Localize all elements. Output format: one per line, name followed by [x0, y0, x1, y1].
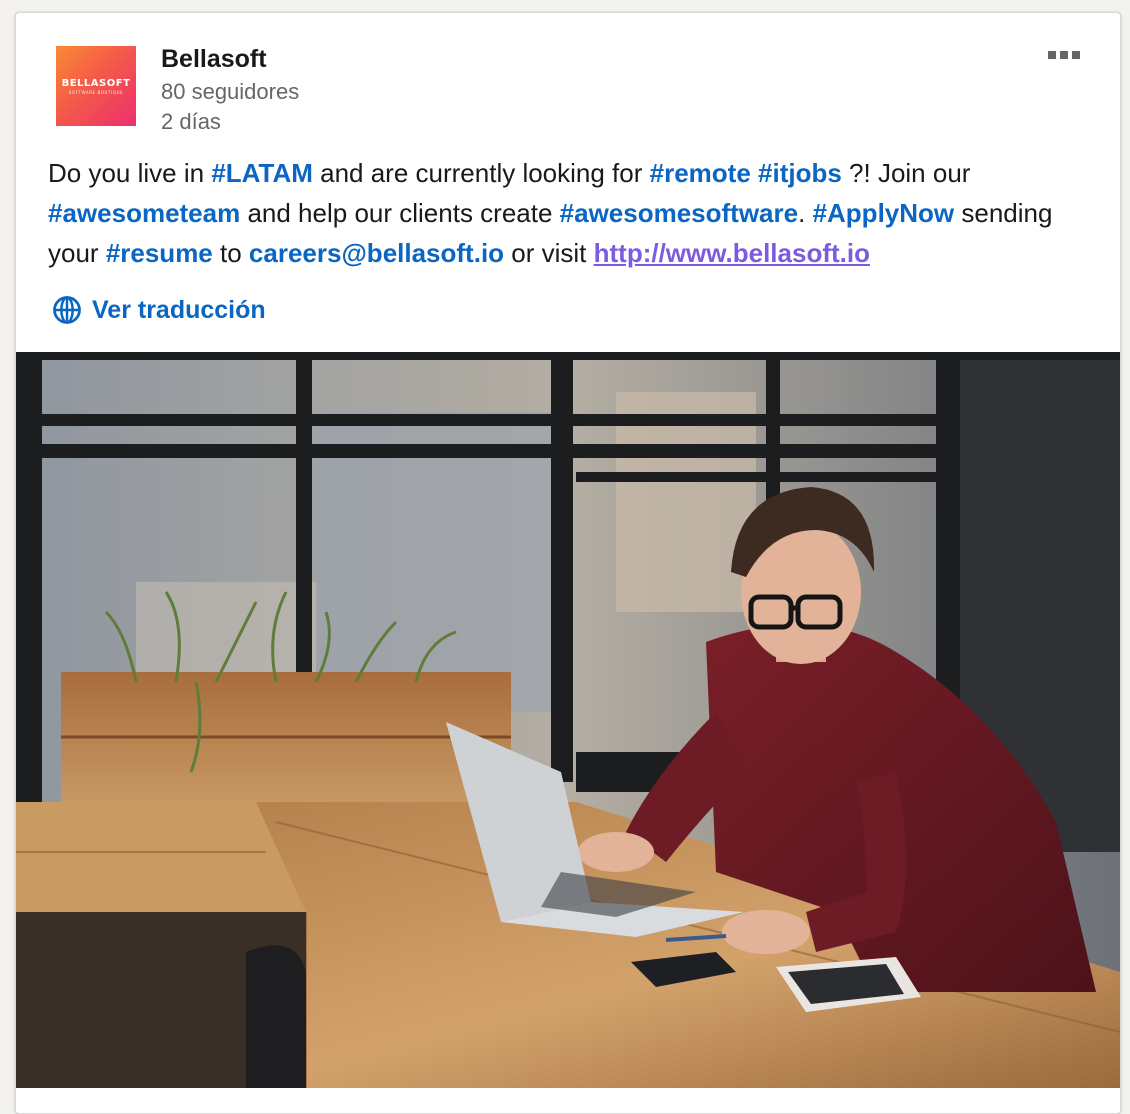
website-link[interactable]: http://www.bellasoft.io	[594, 238, 870, 268]
more-horizontal-icon	[1060, 51, 1068, 59]
follower-count: 80 seguidores	[161, 79, 300, 104]
hashtag-remote[interactable]: #remote	[650, 158, 751, 188]
more-options-button[interactable]	[1036, 43, 1092, 67]
post-text-segment	[751, 158, 758, 188]
company-logo[interactable]: BELLASOFT SOFTWARE BOUTIQUE	[56, 46, 136, 126]
email-link[interactable]: careers@bellasoft.io	[249, 238, 504, 268]
post-text-segment: .	[798, 198, 813, 228]
post-text-segment: Do you live in	[48, 158, 212, 188]
more-horizontal-icon	[1072, 51, 1080, 59]
post-text-segment: and help our clients create	[240, 198, 560, 228]
hashtag-resume[interactable]: #resume	[106, 238, 213, 268]
hashtag-applynow[interactable]: #ApplyNow	[813, 198, 955, 228]
more-horizontal-icon	[1048, 51, 1056, 59]
hashtag-itjobs[interactable]: #itjobs	[758, 158, 842, 188]
see-translation-label: Ver traducción	[92, 295, 266, 324]
post-text-segment: to	[212, 238, 249, 268]
globe-icon	[53, 296, 81, 324]
logo-wordmark: BELLASOFT	[61, 77, 131, 89]
post-card: BELLASOFT SOFTWARE BOUTIQUE Bellasoft 80…	[15, 12, 1121, 1114]
hashtag-latam[interactable]: #LATAM	[211, 158, 313, 188]
post-text-segment: ?! Join our	[841, 158, 971, 188]
hashtag-awesomesoftware[interactable]: #awesomesoftware	[560, 198, 798, 228]
post-text-segment: and are currently looking for	[312, 158, 650, 188]
company-name[interactable]: Bellasoft	[161, 45, 267, 74]
post-timestamp: 2 días	[161, 109, 221, 134]
see-translation-button[interactable]: Ver traducción	[52, 295, 266, 325]
post-text-segment: or visit	[504, 238, 594, 268]
logo-tagline: SOFTWARE BOUTIQUE	[68, 89, 124, 95]
hashtag-awesometeam[interactable]: #awesometeam	[48, 198, 240, 228]
post-image[interactable]	[16, 352, 1120, 1088]
post-body: Do you live in #LATAM and are currently …	[48, 153, 1098, 273]
